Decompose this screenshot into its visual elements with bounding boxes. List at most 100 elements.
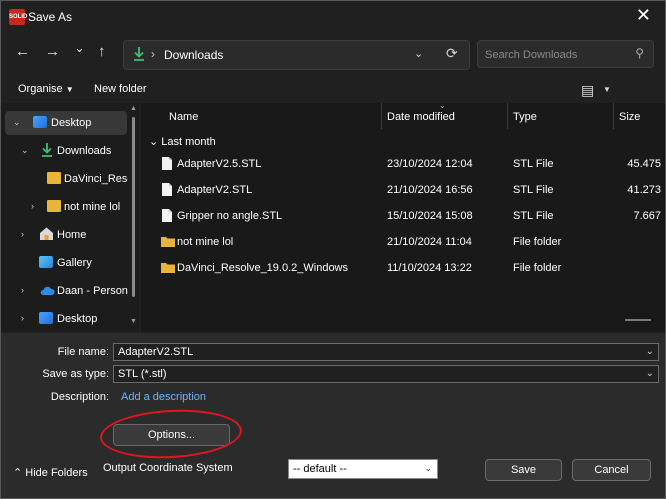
chevron-down-icon[interactable]: ⌄	[646, 368, 654, 379]
coordinate-system-value: -- default --	[293, 463, 347, 475]
address-text[interactable]: Downloads	[164, 48, 223, 62]
column-header-name[interactable]: Name	[169, 111, 198, 123]
gallery-icon	[39, 256, 53, 268]
organise-button[interactable]: Organise ▼	[18, 83, 74, 95]
sidebar-item-desktop[interactable]: ⌄ Desktop	[5, 111, 127, 135]
sidebar-item-downloads[interactable]: ⌄ Downloads	[5, 139, 127, 163]
column-separator[interactable]	[613, 103, 614, 129]
sidebar-item-label: not mine lol	[64, 201, 121, 213]
output-coordinate-system-label: Output Coordinate System	[103, 462, 233, 474]
file-row[interactable]: AdapterV2.5.STL 23/10/2024 12:04 STL Fil…	[141, 151, 665, 177]
add-description-link[interactable]: Add a description	[121, 391, 206, 403]
file-type: File folder	[513, 262, 562, 274]
folder-row[interactable]: DaVinci_Resolve_19.0.2_Windows 11/10/202…	[141, 255, 665, 281]
sidebar-item-label: DaVinci_Resc	[64, 173, 133, 185]
save-options-panel: File name: AdapterV2.STL ⌄ Save as type:…	[1, 333, 665, 498]
column-header-type[interactable]: Type	[513, 111, 537, 123]
group-header[interactable]: ⌄ Last month	[149, 135, 216, 148]
scroll-down-icon[interactable]: ▼	[130, 318, 137, 325]
title-bar: SOLID Save As ✕	[1, 1, 665, 33]
navigation-scrollbar[interactable]: ▲ ▼	[128, 103, 139, 332]
file-date: 15/10/2024 15:08	[387, 210, 473, 222]
folder-icon	[161, 236, 175, 250]
description-label: Description:	[50, 391, 109, 403]
save-as-type-select[interactable]: STL (*.stl) ⌄	[113, 365, 659, 383]
sidebar-item-label: Desktop	[51, 117, 92, 129]
cancel-button[interactable]: Cancel	[572, 459, 651, 481]
chevron-down-icon[interactable]: ▼	[603, 85, 611, 94]
folder-name: not mine lol	[177, 236, 234, 248]
column-header-date[interactable]: Date modified	[387, 111, 455, 123]
file-row[interactable]: AdapterV2.STL 21/10/2024 16:56 STL File …	[141, 177, 665, 203]
chevron-down-icon[interactable]: ⌄	[414, 47, 423, 60]
file-name-field[interactable]: AdapterV2.STL ⌄	[113, 343, 659, 361]
scroll-thumb[interactable]	[132, 117, 135, 297]
folder-icon	[47, 200, 61, 212]
chevron-down-icon[interactable]: ⌄	[21, 145, 29, 156]
chevron-right-icon[interactable]: ›	[21, 285, 24, 295]
folder-name: DaVinci_Resolve_19.0.2_Windows	[177, 262, 349, 274]
column-header-size[interactable]: Size	[619, 111, 640, 123]
file-row[interactable]: Gripper no angle.STL 15/10/2024 15:08 ST…	[141, 203, 665, 229]
sidebar-item-gallery[interactable]: Gallery	[5, 251, 127, 275]
chevron-down-icon[interactable]: ⌄	[646, 346, 654, 357]
sidebar-item-label: Gallery	[57, 257, 92, 269]
window-title: Save As	[28, 10, 73, 24]
file-type: STL File	[513, 184, 554, 196]
save-button[interactable]: Save	[485, 459, 562, 481]
navigation-pane: ⌄ Desktop ⌄ Downloads DaVinci_Resc › not…	[1, 103, 139, 332]
sort-indicator-icon: ⌄	[439, 103, 446, 110]
file-size: 41.273	[627, 184, 661, 196]
chevron-up-icon: ⌃	[13, 467, 23, 479]
download-icon	[40, 142, 54, 157]
chevron-right-icon[interactable]: ›	[31, 201, 34, 211]
file-size: 45.475	[627, 158, 661, 170]
sidebar-item-desktop-2[interactable]: › Desktop	[5, 307, 127, 331]
chevron-right-icon[interactable]: ›	[21, 313, 24, 323]
sidebar-item-davinci[interactable]: DaVinci_Resc	[5, 167, 133, 191]
new-folder-button[interactable]: New folder	[94, 83, 147, 95]
output-coordinate-system-select[interactable]: -- default -- ⌄	[288, 459, 438, 479]
recent-locations-icon[interactable]: ⌄	[74, 40, 85, 56]
horizontal-scrollbar[interactable]	[625, 319, 651, 321]
forward-icon[interactable]: →	[45, 43, 60, 60]
up-icon[interactable]: ↑	[98, 43, 106, 60]
file-date: 11/10/2024 13:22	[387, 262, 472, 274]
chevron-right-icon[interactable]: ›	[21, 229, 24, 239]
view-options-icon[interactable]: ▤	[581, 82, 594, 99]
file-date: 23/10/2024 12:04	[387, 158, 473, 170]
chevron-down-icon[interactable]: ⌄	[424, 463, 432, 474]
sidebar-item-not-mine-lol[interactable]: › not mine lol	[5, 195, 127, 219]
cloud-icon	[39, 286, 55, 298]
folder-icon	[161, 262, 175, 276]
file-icon	[161, 182, 173, 200]
address-bar[interactable]: › Downloads ⌄ ⟳	[123, 40, 470, 70]
chevron-down-icon[interactable]: ⌄	[13, 117, 21, 128]
search-icon[interactable]: ⚲	[635, 46, 644, 60]
search-input[interactable]	[478, 41, 637, 69]
file-name-value[interactable]: AdapterV2.STL	[118, 346, 193, 358]
refresh-icon[interactable]: ⟳	[446, 45, 458, 62]
chevron-down-icon: ▼	[65, 85, 74, 94]
chevron-down-icon: ⌄	[149, 136, 159, 148]
scroll-up-icon[interactable]: ▲	[130, 105, 137, 112]
breadcrumb-separator: ›	[151, 47, 155, 61]
sidebar-item-onedrive[interactable]: › Daan - Persona	[5, 279, 134, 303]
column-separator[interactable]	[507, 103, 508, 129]
sidebar-item-home[interactable]: › Home	[5, 223, 127, 247]
group-label: Last month	[161, 136, 216, 148]
file-name-label: File name:	[57, 346, 109, 358]
back-icon[interactable]: ←	[15, 43, 30, 60]
file-icon	[161, 208, 173, 226]
close-icon[interactable]: ✕	[636, 5, 651, 26]
column-separator[interactable]	[381, 103, 382, 129]
file-type: STL File	[513, 210, 554, 222]
file-icon	[161, 156, 173, 174]
hide-folders-button[interactable]: ⌃ Hide Folders	[13, 466, 88, 479]
navigation-bar: ← → ⌄ ↑ › Downloads ⌄ ⟳ ⚲	[1, 34, 665, 74]
app-icon: SOLID	[9, 9, 27, 25]
command-bar: Organise ▼ New folder ▤ ▼	[1, 75, 665, 103]
file-type: STL File	[513, 158, 554, 170]
folder-row[interactable]: not mine lol 21/10/2024 11:04 File folde…	[141, 229, 665, 255]
file-date: 21/10/2024 16:56	[387, 184, 473, 196]
